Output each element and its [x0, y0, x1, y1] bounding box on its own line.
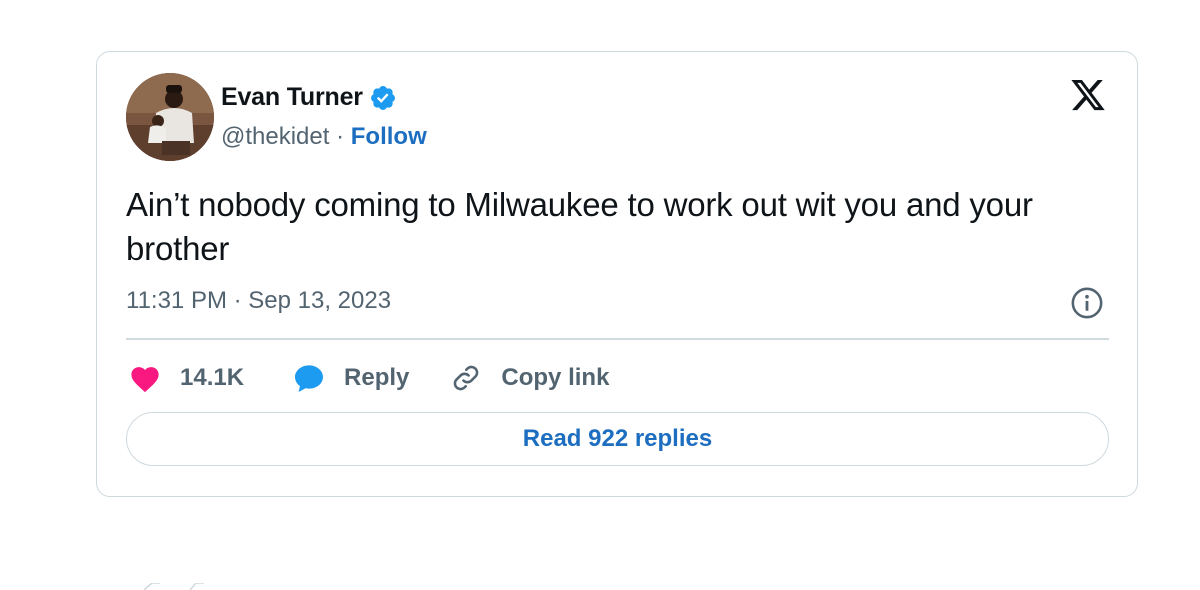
- follow-button[interactable]: Follow: [351, 123, 427, 150]
- tweet-text: Ain’t nobody coming to Milwaukee to work…: [126, 186, 1033, 267]
- author-name-row: Evan Turner: [221, 83, 397, 112]
- partial-content-below: [143, 583, 204, 590]
- reply-button[interactable]: Reply: [292, 362, 409, 394]
- heart-icon: [131, 367, 159, 393]
- author-display-name[interactable]: Evan Turner: [221, 83, 363, 112]
- divider: [126, 338, 1109, 340]
- embedded-tweet-card: Evan Turner @thekidet · Follow Ain’t nob…: [96, 51, 1138, 497]
- tweet-actions-bar: 14.1K Reply Copy link: [128, 360, 609, 396]
- speech-bubble-icon: [295, 365, 324, 392]
- reply-label: Reply: [344, 364, 410, 391]
- x-logo-icon[interactable]: [1069, 80, 1107, 114]
- handle-separator: ·: [329, 123, 351, 150]
- read-replies-button[interactable]: Read 922 replies: [126, 412, 1109, 466]
- verified-badge-icon: [370, 85, 395, 110]
- like-count: 14.1K: [180, 364, 245, 391]
- copy-link-label: Copy link: [501, 364, 610, 391]
- info-icon[interactable]: [1070, 286, 1104, 320]
- author-handle-row: @thekidet · Follow: [221, 123, 427, 151]
- like-button[interactable]: 14.1K: [128, 363, 244, 393]
- copy-link-button[interactable]: Copy link: [449, 361, 609, 395]
- avatar-photo: [126, 73, 214, 161]
- tweet-timestamp[interactable]: 11:31 PM · Sep 13, 2023: [126, 287, 391, 315]
- author-handle[interactable]: @thekidet: [221, 123, 329, 150]
- avatar[interactable]: [126, 73, 214, 161]
- link-icon: [454, 365, 479, 391]
